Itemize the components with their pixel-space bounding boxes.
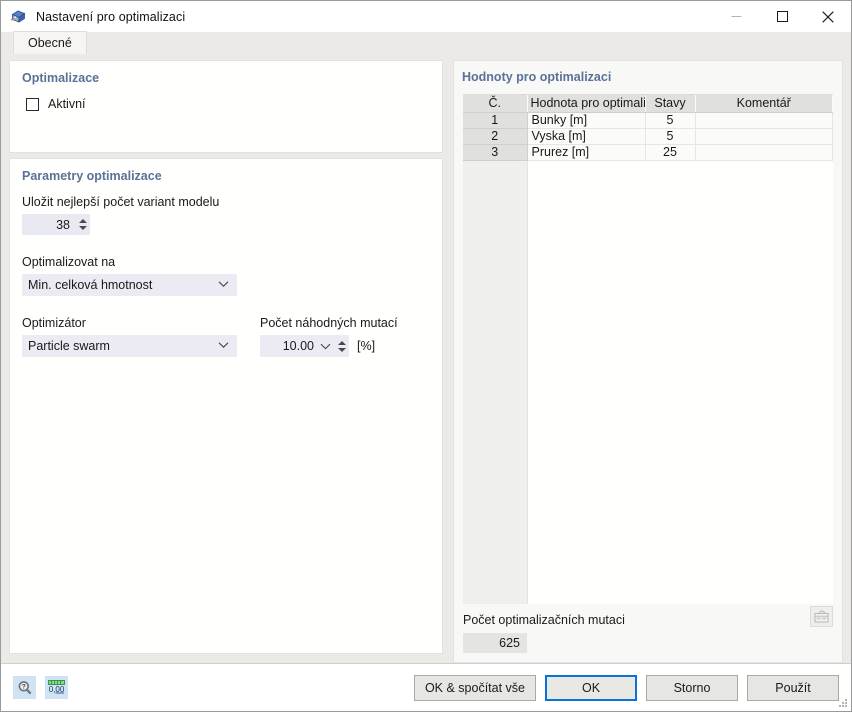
active-checkbox[interactable] [26,98,39,111]
resize-grip[interactable] [837,697,849,709]
cell-value[interactable]: Bunky [m] [527,112,645,128]
dialog-footer: ? 0,00 OK & spočítat vše OK Storno [1,663,851,711]
random-mutations-stepper[interactable] [334,336,349,357]
variants-stepper[interactable]: 38 [22,214,90,235]
dialog-body: Optimalizace Aktivní Parametry optimaliz… [1,54,851,663]
cancel-button[interactable]: Storno [646,675,738,701]
col-header-comment[interactable]: Komentář [695,95,833,112]
grid-empty-body [528,161,833,605]
table-row[interactable]: 3 Prurez [m] 25 [463,144,833,160]
mutations-label: Počet optimalizačních mutaci [463,613,833,627]
maximize-button[interactable] [759,1,805,32]
dice-icon [10,8,27,25]
tab-label: Obecné [28,36,72,50]
footer-buttons: OK & spočítat vše OK Storno Použít [414,675,839,701]
group-title-parametry: Parametry optimalizace [22,169,430,183]
optimize-for-select[interactable]: Min. celková hmotnost [22,274,237,296]
cell-states[interactable]: 5 [645,128,695,144]
variants-stepper-arrows[interactable] [75,214,90,235]
group-title-hodnoty: Hodnoty pro optimalizaci [454,61,842,94]
right-column: Hodnoty pro optimalizaci Č. Hodnota pro … [453,60,843,663]
variants-label: Uložit nejlepší počet variant modelu [22,195,430,209]
optimize-for-label: Optimalizovat na [22,255,430,269]
svg-text:?: ? [22,684,26,691]
grid-empty-rowheaders [463,161,528,605]
col-header-no[interactable]: Č. [463,95,527,112]
cell-value[interactable]: Vyska [m] [527,128,645,144]
grid-empty-area[interactable] [463,161,833,605]
table-edit-icon[interactable] [810,606,833,627]
svg-text:0,00: 0,00 [49,685,65,694]
apply-button[interactable]: Použít [747,675,839,701]
stepper-up-icon[interactable] [338,341,346,345]
col-header-value[interactable]: Hodnota pro optimaliz [527,95,645,112]
ok-and-calculate-all-button[interactable]: OK & spočítat vše [414,675,536,701]
random-mutations-label: Počet náhodných mutací [260,316,398,330]
cell-no[interactable]: 1 [463,112,527,128]
group-optimalizace: Optimalizace Aktivní [9,60,443,153]
optimize-for-value: Min. celková hmotnost [28,278,152,292]
chevron-down-icon[interactable] [316,343,334,350]
window-controls [713,1,851,32]
optimization-values-table[interactable]: Č. Hodnota pro optimaliz Stavy Komentář … [463,94,833,604]
stepper-down-icon[interactable] [79,226,87,230]
mutations-value: 625 [463,633,527,653]
group-parametry-optimalizace: Parametry optimalizace Uložit nejlepší p… [9,158,443,654]
group-title-optimalizace: Optimalizace [22,71,430,85]
col-header-states[interactable]: Stavy [645,95,695,112]
optimization-mutations-area: Počet optimalizačních mutaci 625 [454,604,842,653]
cell-states[interactable]: 5 [645,112,695,128]
optimizer-value: Particle swarm [28,339,110,353]
help-icon[interactable]: ? [13,676,36,699]
table-header-row: Č. Hodnota pro optimaliz Stavy Komentář [463,95,833,112]
cell-no[interactable]: 3 [463,144,527,160]
cell-comment[interactable] [695,128,833,144]
optimization-settings-dialog: Nastavení pro optimalizaci Obecné Optima… [0,0,852,712]
table-row[interactable]: 2 Vyska [m] 5 [463,128,833,144]
ok-button[interactable]: OK [545,675,637,701]
tab-strip: Obecné [1,32,851,54]
random-mutations-field[interactable]: 10.00 [260,335,349,357]
values-grid: Č. Hodnota pro optimaliz Stavy Komentář … [463,95,833,161]
cell-comment[interactable] [695,112,833,128]
active-checkbox-row[interactable]: Aktivní [26,97,430,111]
random-mutations-value[interactable]: 10.00 [260,339,316,353]
stepper-down-icon[interactable] [338,348,346,352]
cell-comment[interactable] [695,144,833,160]
active-checkbox-label: Aktivní [48,97,86,111]
random-mutations-unit: [%] [357,339,375,353]
chevron-down-icon[interactable] [218,277,229,291]
table-row[interactable]: 1 Bunky [m] 5 [463,112,833,128]
optimizer-select[interactable]: Particle swarm [22,335,237,357]
variants-value[interactable]: 38 [22,218,75,232]
window-title: Nastavení pro optimalizaci [36,10,185,24]
number-format-icon[interactable]: 0,00 [45,676,68,699]
footer-tools: ? 0,00 [13,676,68,699]
chevron-down-icon[interactable] [218,338,229,352]
title-bar: Nastavení pro optimalizaci [1,1,851,32]
stepper-up-icon[interactable] [79,219,87,223]
tab-obecne[interactable]: Obecné [13,31,87,54]
cell-value[interactable]: Prurez [m] [527,144,645,160]
cell-no[interactable]: 2 [463,128,527,144]
close-button[interactable] [805,1,851,32]
minimize-button[interactable] [713,1,759,32]
left-column: Optimalizace Aktivní Parametry optimaliz… [9,60,443,663]
optimizer-label: Optimizátor [22,316,250,330]
cell-states[interactable]: 25 [645,144,695,160]
